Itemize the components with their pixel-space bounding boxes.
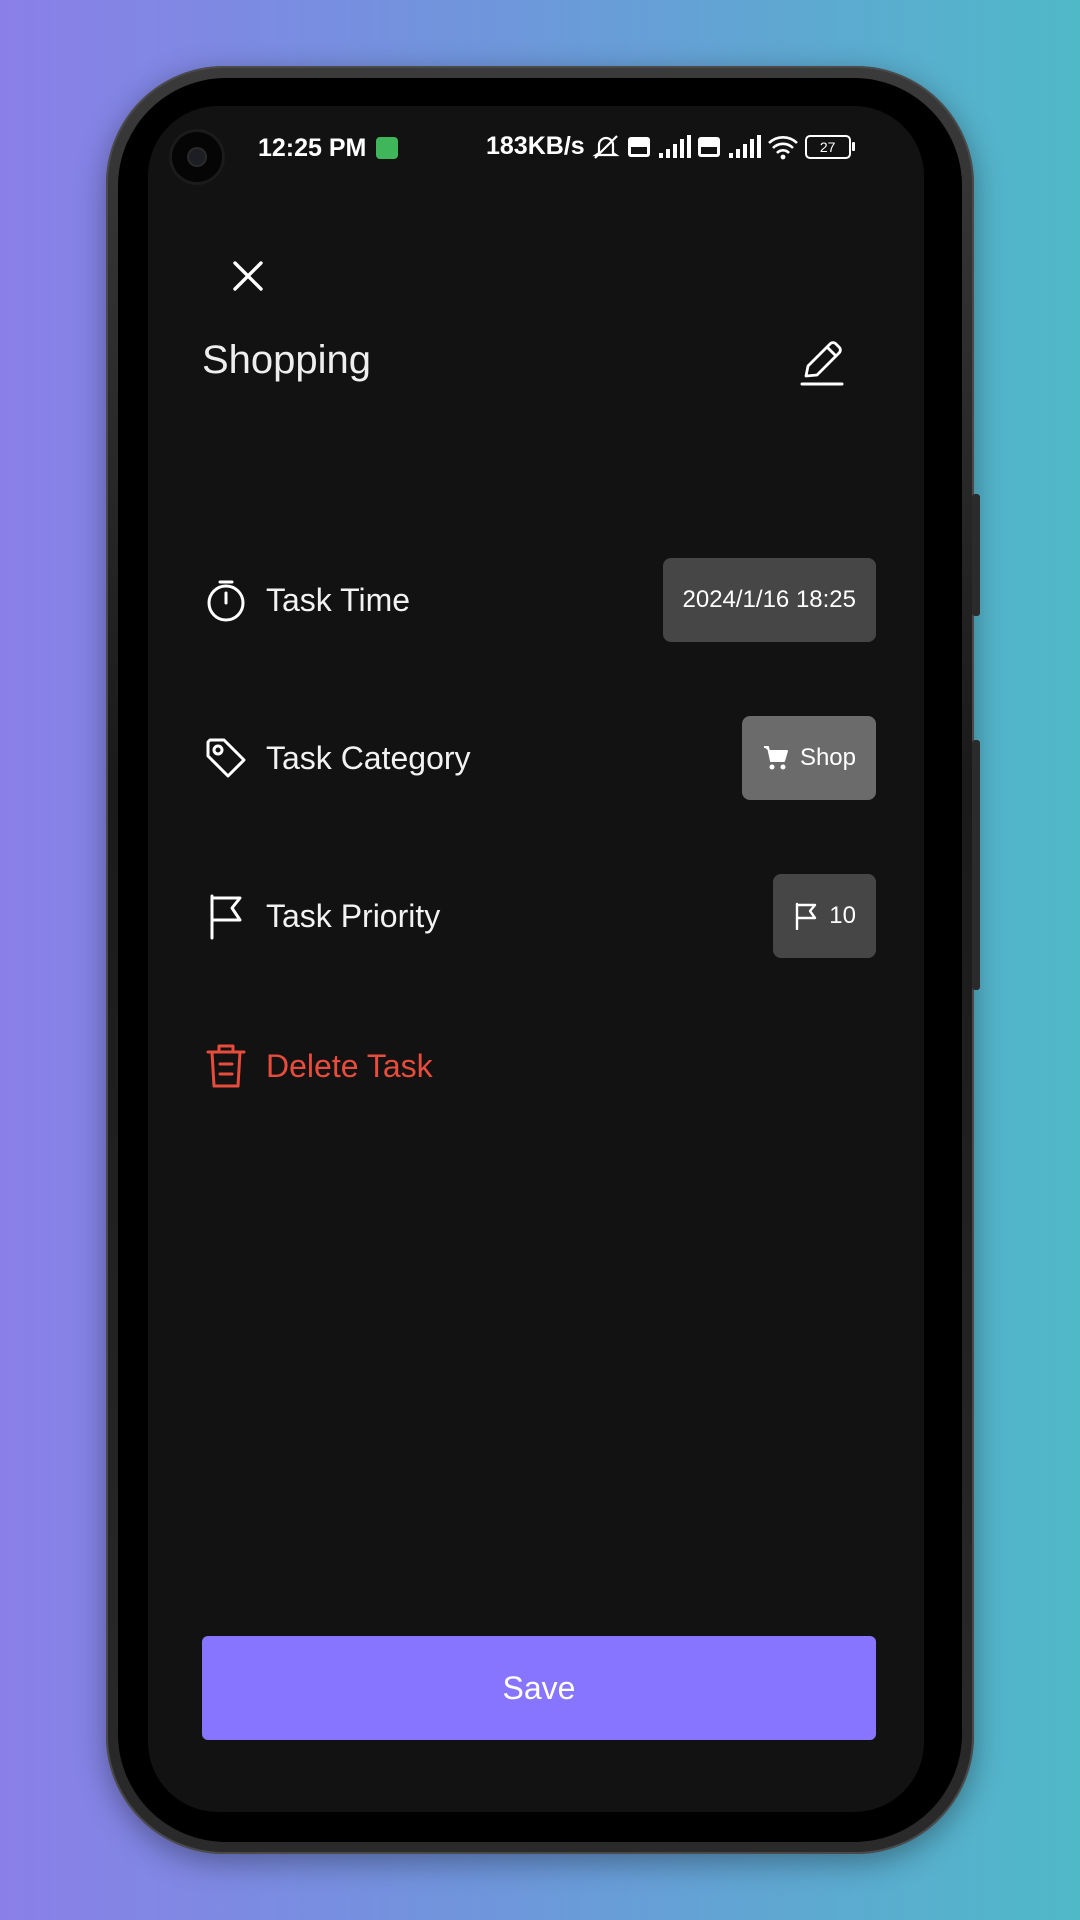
delete-task-label: Delete Task [266, 1047, 433, 1084]
task-category-value: Shop [799, 744, 856, 771]
task-category-row: Task Category Shop [202, 716, 876, 800]
task-time-value: 2024/1/16 18:25 [682, 586, 857, 613]
battery-icon: 27 [804, 134, 855, 159]
front-camera [172, 132, 222, 182]
task-title: Shopping [202, 338, 372, 382]
trash-icon [202, 1042, 250, 1090]
task-time-label: Task Time [266, 581, 411, 618]
task-category-chip[interactable]: Shop [741, 716, 876, 800]
task-priority-row: Task Priority 10 [202, 874, 876, 958]
volte-icon-2 [697, 136, 720, 157]
task-category-label: Task Category [266, 739, 471, 776]
app-screen: 12:25 PM 183KB/s 27 Shopping Task Time 2… [148, 106, 924, 1812]
save-button[interactable]: Save [202, 1636, 876, 1740]
task-priority-label: Task Priority [266, 897, 441, 934]
task-priority-chip[interactable]: 10 [773, 874, 876, 958]
timer-icon [202, 576, 250, 624]
signal-icon [658, 134, 691, 158]
status-time: 12:25 PM [258, 134, 367, 162]
priority-flag-icon [796, 902, 817, 930]
signal-icon-2 [728, 134, 761, 158]
volte-icon [627, 136, 650, 157]
tag-icon [202, 734, 250, 782]
network-speed: 183KB/s [486, 132, 585, 160]
task-time-chip[interactable]: 2024/1/16 18:25 [662, 558, 876, 642]
side-button-upper [972, 494, 980, 616]
task-time-row: Task Time 2024/1/16 18:25 [202, 558, 876, 642]
side-button-lower [972, 740, 980, 990]
edit-title-button[interactable] [796, 336, 848, 392]
flag-icon [202, 892, 250, 940]
status-indicators: 183KB/s 27 [486, 132, 855, 161]
close-icon [233, 261, 263, 291]
cart-icon [763, 746, 788, 770]
notification-app-icon [376, 137, 398, 159]
wifi-icon [767, 135, 798, 159]
task-priority-value: 10 [829, 902, 856, 929]
delete-task-button[interactable]: Delete Task [202, 1024, 876, 1108]
edit-pen-icon [800, 341, 844, 386]
mute-bell-icon [592, 134, 620, 159]
battery-level: 27 [804, 134, 851, 159]
close-button[interactable] [218, 246, 278, 306]
